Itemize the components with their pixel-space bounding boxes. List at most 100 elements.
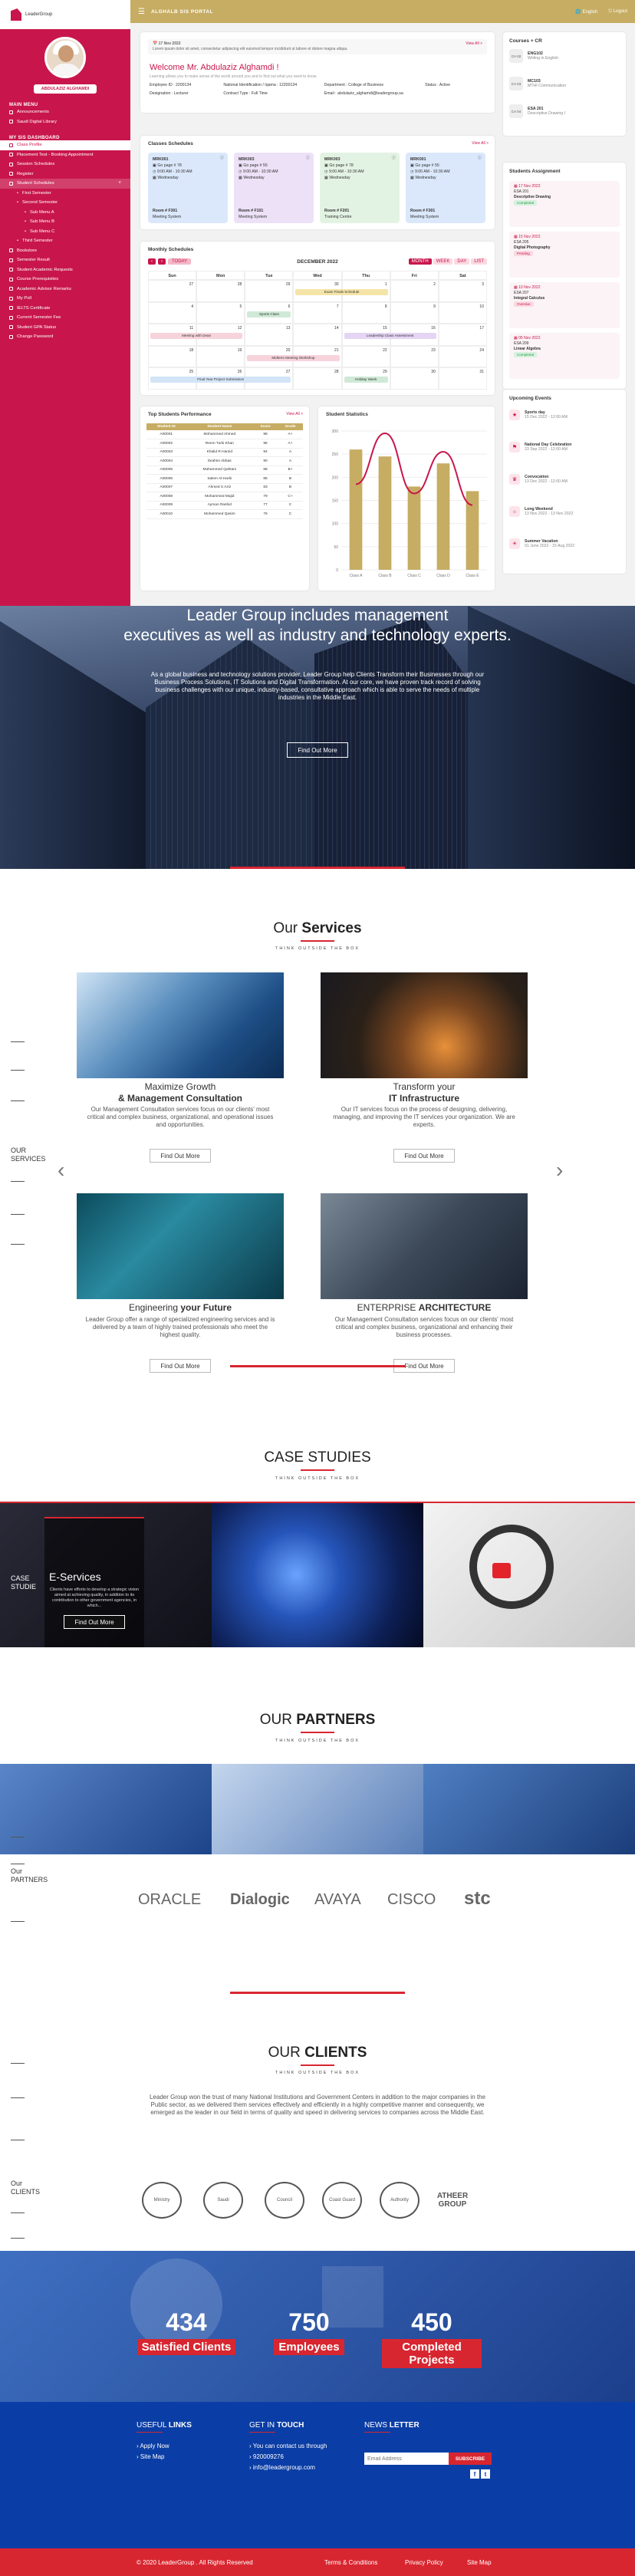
calendar-day[interactable]: 10 [438,301,487,324]
assignment-item[interactable]: ▦ 15 Nov 2022 ESA 205 Digital Photography P… [509,232,620,278]
facebook-icon[interactable]: f [470,2469,479,2479]
calendar-day[interactable]: 28 [196,280,245,302]
subscribe-button[interactable]: SUBSCRIBE [449,2453,492,2465]
sidebar-item[interactable]: Change Password [0,332,130,342]
course-item[interactable]: CA 03 MC103 MTHI Communication [509,77,566,90]
calendar-event[interactable]: Final Year Project Submission [150,377,291,383]
service-find-out-more-button[interactable]: Find Out More [150,1359,211,1373]
calendar-day[interactable]: 18 [148,345,197,367]
contact-item[interactable]: › info@leadergroup.com [249,2464,315,2471]
sidebar-item[interactable]: My Poll [0,294,130,304]
user-name-badge[interactable]: ABDULAZIZ ALGHAMDI [33,84,97,94]
calendar-day[interactable]: 13 [245,324,294,346]
info-icon[interactable]: ⓘ [306,155,310,161]
class-tile[interactable]: MRK003 ▣ Go page # 78 ◷ 9:00 AM - 10:30 AM… [320,153,400,223]
legal-link[interactable]: Site Map [467,2559,492,2566]
calendar-day[interactable]: 23 [390,345,439,367]
sidebar-item[interactable]: Placement Test - Booking Appointment [0,150,130,160]
event-item[interactable]: ♛ Convocation 13 Dec 2022 - 12:00 AM [509,474,620,485]
calendar-day[interactable]: 7 [293,301,342,324]
sidebar-item[interactable]: Bookstore [0,246,130,256]
main-menu-item[interactable]: Saudi Digital Library [0,117,130,127]
class-tile[interactable]: MRK001 ▣ Go page # 55 ◷ 9:00 AM - 10:30 AM… [406,153,485,223]
partner-logo[interactable]: Dialogic [230,1891,290,1909]
assignment-item[interactable]: ▦ 05 Nov 2022 ESA 209 Linear Algebra Comple… [509,333,620,379]
contact-item[interactable]: › 920009276 [249,2453,284,2460]
course-item[interactable]: CA 02 ENG102 Writing in English [509,49,558,63]
calendar-view-week[interactable]: WEEK [433,258,453,265]
sidebar-item[interactable]: • Sub Menu B [0,217,130,227]
calendar-day[interactable]: 29 [245,280,294,302]
partner-logo[interactable]: CISCO [387,1891,436,1909]
event-item[interactable]: ⚑ National Day Celebration 23 Sep 2022 - 1… [509,442,620,452]
info-icon[interactable]: ⓘ [392,155,396,161]
footer-link[interactable]: › Apply Now [137,2443,169,2449]
assignment-item[interactable]: ▦ 17 Nov 2022 ESA 201 Descriptive Drawing C… [509,181,620,227]
client-logo[interactable]: ATHEER GROUP [429,2182,475,2219]
sidebar-item[interactable]: • Sub Menu C [0,227,130,237]
hamburger-icon[interactable]: ☰ [138,8,145,16]
calendar-day[interactable]: 8 [341,301,390,324]
classes-view-all[interactable]: View All > [472,141,489,146]
sidebar-item[interactable]: Student Academic Requests [0,265,130,275]
calendar-view-day[interactable]: DAY [454,258,470,265]
logout-button[interactable]: ⎋ Logout [608,9,627,15]
calendar-day[interactable]: 17 [438,324,487,346]
calendar-event[interactable]: Sports Class [247,311,291,317]
calendar-day[interactable]: 30 [390,367,439,390]
table-row[interactable]: A00008 Mohammed Majid 79 C+ [146,492,303,502]
table-row[interactable]: A00004 Ibrahim Abbas 90 A [146,456,303,466]
hero-find-out-more-button[interactable]: Find Out More [287,742,348,758]
language-switch[interactable]: 🌐 English [575,9,597,15]
partner-logo[interactable]: AVAYA [314,1891,361,1909]
client-logo[interactable]: Saudi [203,2182,243,2219]
calendar-event[interactable]: Leadership Class Assessment [344,333,436,339]
calendar-day[interactable]: 31 [438,367,487,390]
calendar-day[interactable]: 3 [438,280,487,302]
table-row[interactable]: A00009 Ayman Rashid 77 C [146,501,303,510]
calendar-view-list[interactable]: LIST [471,258,487,265]
legal-link[interactable]: Terms & Conditions [324,2559,377,2566]
avatar[interactable] [44,37,86,78]
sidebar-item[interactable]: • Third Semester [0,236,130,246]
twitter-icon[interactable]: t [481,2469,490,2479]
class-tile[interactable]: MRK003 ▣ Go page # 55 ◷ 9:00 AM - 10:30 AM… [234,153,314,223]
course-item[interactable]: CA 04 ESA 201 Descriptive Drawing I [509,104,565,118]
bar[interactable] [378,456,392,570]
sidebar-item[interactable]: Session Schedules [0,160,130,169]
prev-arrow-icon[interactable]: ‹ [58,1158,64,1183]
table-row[interactable]: A00003 Khalid R Hamid 94 A [146,448,303,457]
calendar-day[interactable]: 19 [196,345,245,367]
table-row[interactable]: A00010 Mohammed Qasim 76 C [146,509,303,519]
brand-logo[interactable]: LeaderGroup [0,0,130,29]
event-item[interactable]: ☀ Summer Vacation 01 June 2022 - 15 Aug 20… [509,538,620,549]
calendar-day[interactable]: 14 [293,324,342,346]
legal-link[interactable]: Privacy Policy [405,2559,443,2566]
sidebar-item[interactable]: • Second Semester [0,198,130,208]
bar[interactable] [407,486,421,570]
service-find-out-more-button[interactable]: Find Out More [150,1149,211,1163]
info-icon[interactable]: ⓘ [220,155,224,161]
sidebar-item[interactable]: Student GPA Status [0,323,130,333]
calendar-event[interactable]: Exam Finals Schedule [295,289,388,295]
calendar-day[interactable]: 4 [148,301,197,324]
sidebar-item[interactable]: • First Semester [0,189,130,199]
table-row[interactable]: A00001 Mohammed Ahmed 98 A+ [146,430,303,439]
calendar-day[interactable]: 2 [390,280,439,302]
bar[interactable] [436,463,450,570]
calendar-event[interactable]: Midterm Meeting Workshop [247,354,340,361]
sidebar-item[interactable]: Academic Advisor Remarks [0,285,130,294]
sidebar-item[interactable]: • Sub Menu A [0,208,130,218]
partner-logo[interactable]: ORACLE [138,1891,201,1909]
newsletter-email-input[interactable] [364,2453,449,2465]
class-tile[interactable]: MRK001 ▣ Go page # 78 ◷ 9:00 AM - 10:30 AM… [148,153,228,223]
bar[interactable] [349,449,363,570]
sidebar-item[interactable]: Class Profile [0,140,130,150]
footer-link[interactable]: › Site Map [137,2453,164,2460]
calendar-view-month[interactable]: MONTH [408,258,432,265]
calendar-event[interactable]: Holiday Week [344,377,388,383]
client-logo[interactable]: Authority [380,2182,419,2219]
calendar-day[interactable]: 28 [293,367,342,390]
client-logo[interactable]: Council [265,2182,304,2219]
event-item[interactable]: ☼ Long Weekend 13 Nov 2022 - 13 Nov 2022 [509,506,620,517]
